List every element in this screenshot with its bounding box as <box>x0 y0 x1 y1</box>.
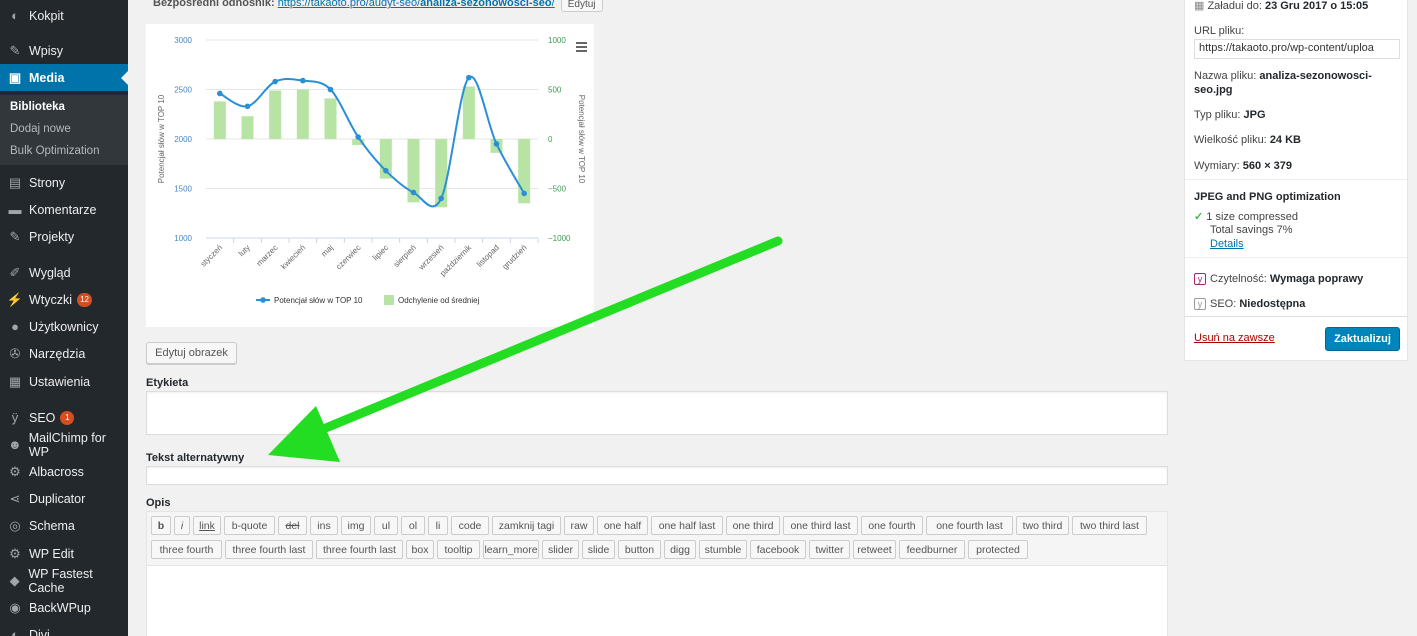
annotation-arrow <box>268 236 783 462</box>
arrow-head <box>268 406 340 462</box>
arrow-shaft <box>311 236 783 437</box>
